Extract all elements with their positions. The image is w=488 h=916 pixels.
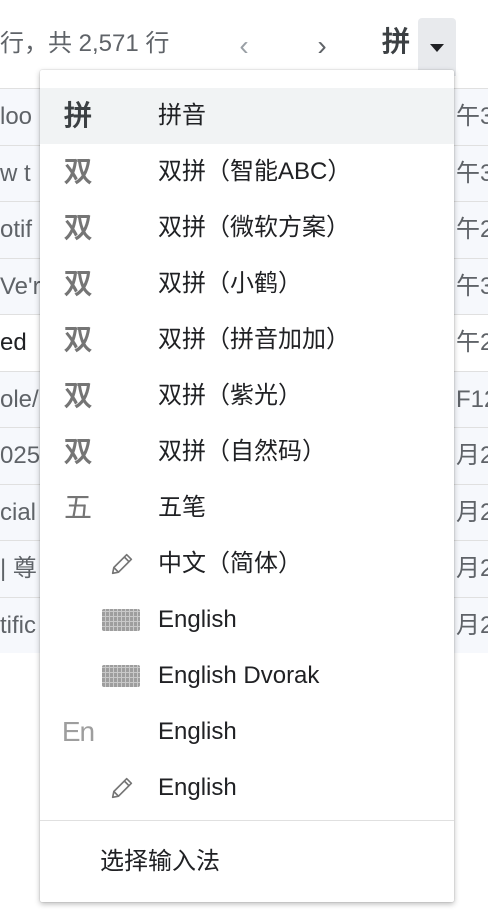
en-icon: En	[61, 716, 95, 747]
shuangpin-icon: 双	[63, 156, 92, 187]
row-date: 午2	[456, 329, 488, 356]
row-date: 月2	[456, 555, 488, 582]
menu-item-label: 双拼（紫光）	[158, 382, 302, 409]
shuangpin-icon: 双	[63, 212, 92, 243]
row-text: ed	[0, 329, 27, 356]
shuangpin-icon: 双	[63, 436, 92, 467]
input-method-dropdown-toggle[interactable]	[418, 18, 456, 76]
menu-item-label: 中文（简体）	[158, 550, 302, 577]
menu-item-shuangpin-pinyinjiajia[interactable]: 双 双拼（拼音加加）	[40, 312, 454, 368]
menu-divider	[40, 820, 454, 821]
row-text: loo	[0, 103, 33, 130]
row-date: 月2	[456, 611, 488, 639]
shuangpin-icon: 双	[63, 268, 92, 299]
pinyin-icon: 拼	[382, 26, 411, 57]
menu-item-english-keyboard[interactable]: English	[40, 592, 454, 648]
input-method-button[interactable]: 拼	[372, 12, 456, 76]
menu-item-shuangpin-ziranma[interactable]: 双 双拼（自然码）	[40, 424, 454, 480]
shuangpin-icon: 双	[63, 380, 92, 411]
menu-item-label: 双拼（微软方案）	[158, 214, 350, 241]
menu-item-label: 双拼（智能ABC）	[158, 158, 352, 185]
menu-item-english-dvorak[interactable]: English Dvorak	[40, 648, 454, 704]
pencil-icon	[111, 553, 133, 575]
row-date: 午3	[456, 272, 488, 300]
menu-item-shuangpin-abc[interactable]: 双 双拼（智能ABC）	[40, 144, 454, 200]
caret-down-icon	[430, 44, 444, 52]
row-text: otif	[0, 216, 33, 243]
row-date: F12	[456, 385, 488, 413]
row-date: 午3	[456, 159, 488, 187]
menu-item-label: English	[158, 718, 237, 745]
menu-item-label: English	[158, 606, 237, 633]
row-text: | 尊	[0, 555, 37, 582]
menu-item-wubi[interactable]: 五 五笔	[40, 480, 454, 536]
menu-item-label: 五笔	[158, 494, 206, 521]
row-date: 月2	[456, 442, 488, 469]
row-text: cial	[0, 498, 37, 526]
pinyin-icon: 拼	[63, 100, 92, 131]
pencil-icon	[111, 777, 133, 799]
menu-item-label: 双拼（自然码）	[158, 438, 326, 465]
menu-item-label: 双拼（拼音加加）	[158, 326, 350, 353]
row-text: Ve'r	[0, 272, 41, 300]
chevron-left-icon[interactable]: ‹	[224, 26, 264, 66]
menu-item-label: 双拼（小鹤）	[158, 270, 302, 297]
menu-item-english-transliteration[interactable]: En English	[40, 704, 454, 760]
menu-item-english-handwriting[interactable]: English	[40, 760, 454, 816]
row-date: 午3	[456, 103, 488, 130]
row-date: 午2	[456, 216, 488, 243]
menu-item-shuangpin-ziguang[interactable]: 双 双拼（紫光）	[40, 368, 454, 424]
menu-item-label: English	[158, 774, 237, 801]
menu-item-chinese-handwriting[interactable]: 中文（简体）	[40, 536, 454, 592]
keyboard-icon	[102, 609, 140, 631]
row-count-text: 行，共 2,571 行	[0, 30, 170, 57]
input-method-menu: 拼 拼音 双 双拼（智能ABC） 双 双拼（微软方案） 双 双拼（小鹤） 双 双…	[40, 70, 454, 902]
menu-item-label: English Dvorak	[158, 662, 320, 689]
menu-item-shuangpin-microsoft[interactable]: 双 双拼（微软方案）	[40, 200, 454, 256]
menu-item-shuangpin-xiaohe[interactable]: 双 双拼（小鹤）	[40, 256, 454, 312]
row-text: w t	[0, 159, 31, 187]
row-text: tific	[0, 611, 36, 639]
menu-item-pinyin[interactable]: 拼 拼音	[40, 88, 454, 144]
row-text: 025	[0, 442, 41, 469]
row-text: ole/	[0, 385, 39, 413]
select-input-method-link[interactable]: 选择输入法	[100, 834, 220, 890]
wubi-icon: 五	[63, 492, 92, 523]
shuangpin-icon: 双	[63, 324, 92, 355]
menu-item-label: 拼音	[158, 102, 206, 129]
row-date: 月2	[456, 498, 488, 526]
keyboard-icon	[102, 665, 140, 687]
chevron-right-icon[interactable]: ›	[302, 26, 342, 66]
